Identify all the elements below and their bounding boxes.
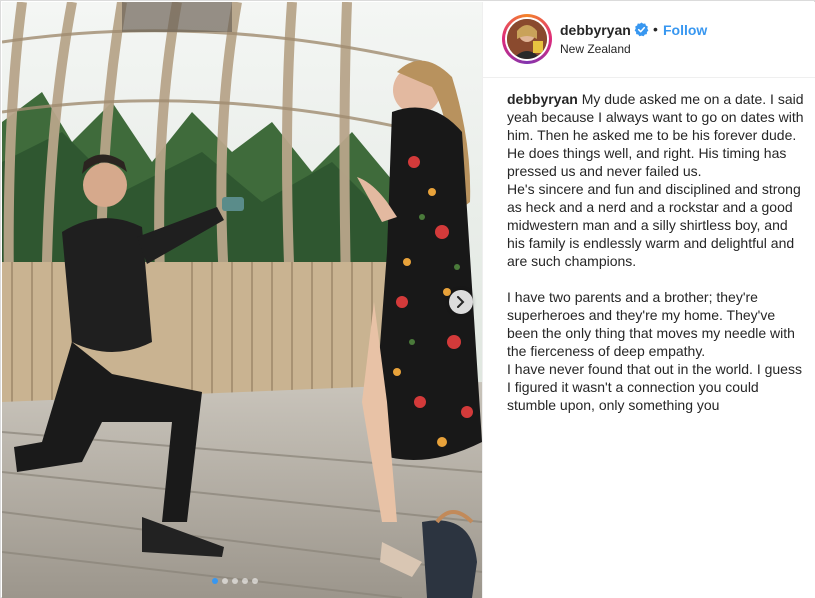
caption-line: He's sincere and fun and disciplined and… (507, 181, 801, 269)
carousel-dot (242, 578, 248, 584)
avatar-image (507, 19, 547, 59)
carousel-dot (252, 578, 258, 584)
caption-username-link[interactable]: debbyryan (507, 91, 578, 107)
caption-fade-overlay (507, 432, 805, 456)
carousel-indicator (212, 578, 258, 584)
caption-line: He does things well, and right. His timi… (507, 145, 787, 179)
caption-line: I have two parents and a brother; they'r… (507, 289, 795, 359)
follow-button[interactable]: Follow (663, 22, 707, 38)
story-ring[interactable] (502, 14, 552, 64)
avatar[interactable] (507, 19, 547, 59)
carousel-dot (232, 578, 238, 584)
chevron-right-icon (457, 296, 465, 308)
post-photo[interactable] (2, 2, 482, 598)
separator-dot: • (653, 21, 658, 37)
carousel-next-button[interactable] (449, 290, 473, 314)
caption-blank-line (507, 270, 805, 288)
username-link[interactable]: debbyryan (560, 22, 631, 38)
instagram-post-embed: debbyryan • Follow New Zealand debbyryan… (0, 0, 815, 598)
caption-line: I have never found that out in the world… (507, 361, 802, 413)
caption-paragraph: debbyryan My dude asked me on a date. I … (507, 90, 805, 144)
proposal-photo-illustration (2, 2, 482, 598)
location-link[interactable]: New Zealand (560, 42, 631, 56)
post-header: debbyryan • Follow New Zealand (483, 2, 815, 78)
carousel-dot (222, 578, 228, 584)
verified-badge-icon (634, 22, 649, 37)
carousel-dot-active (212, 578, 218, 584)
post-caption: debbyryan My dude asked me on a date. I … (507, 90, 805, 450)
post-side-panel: debbyryan • Follow New Zealand debbyryan… (482, 2, 815, 598)
